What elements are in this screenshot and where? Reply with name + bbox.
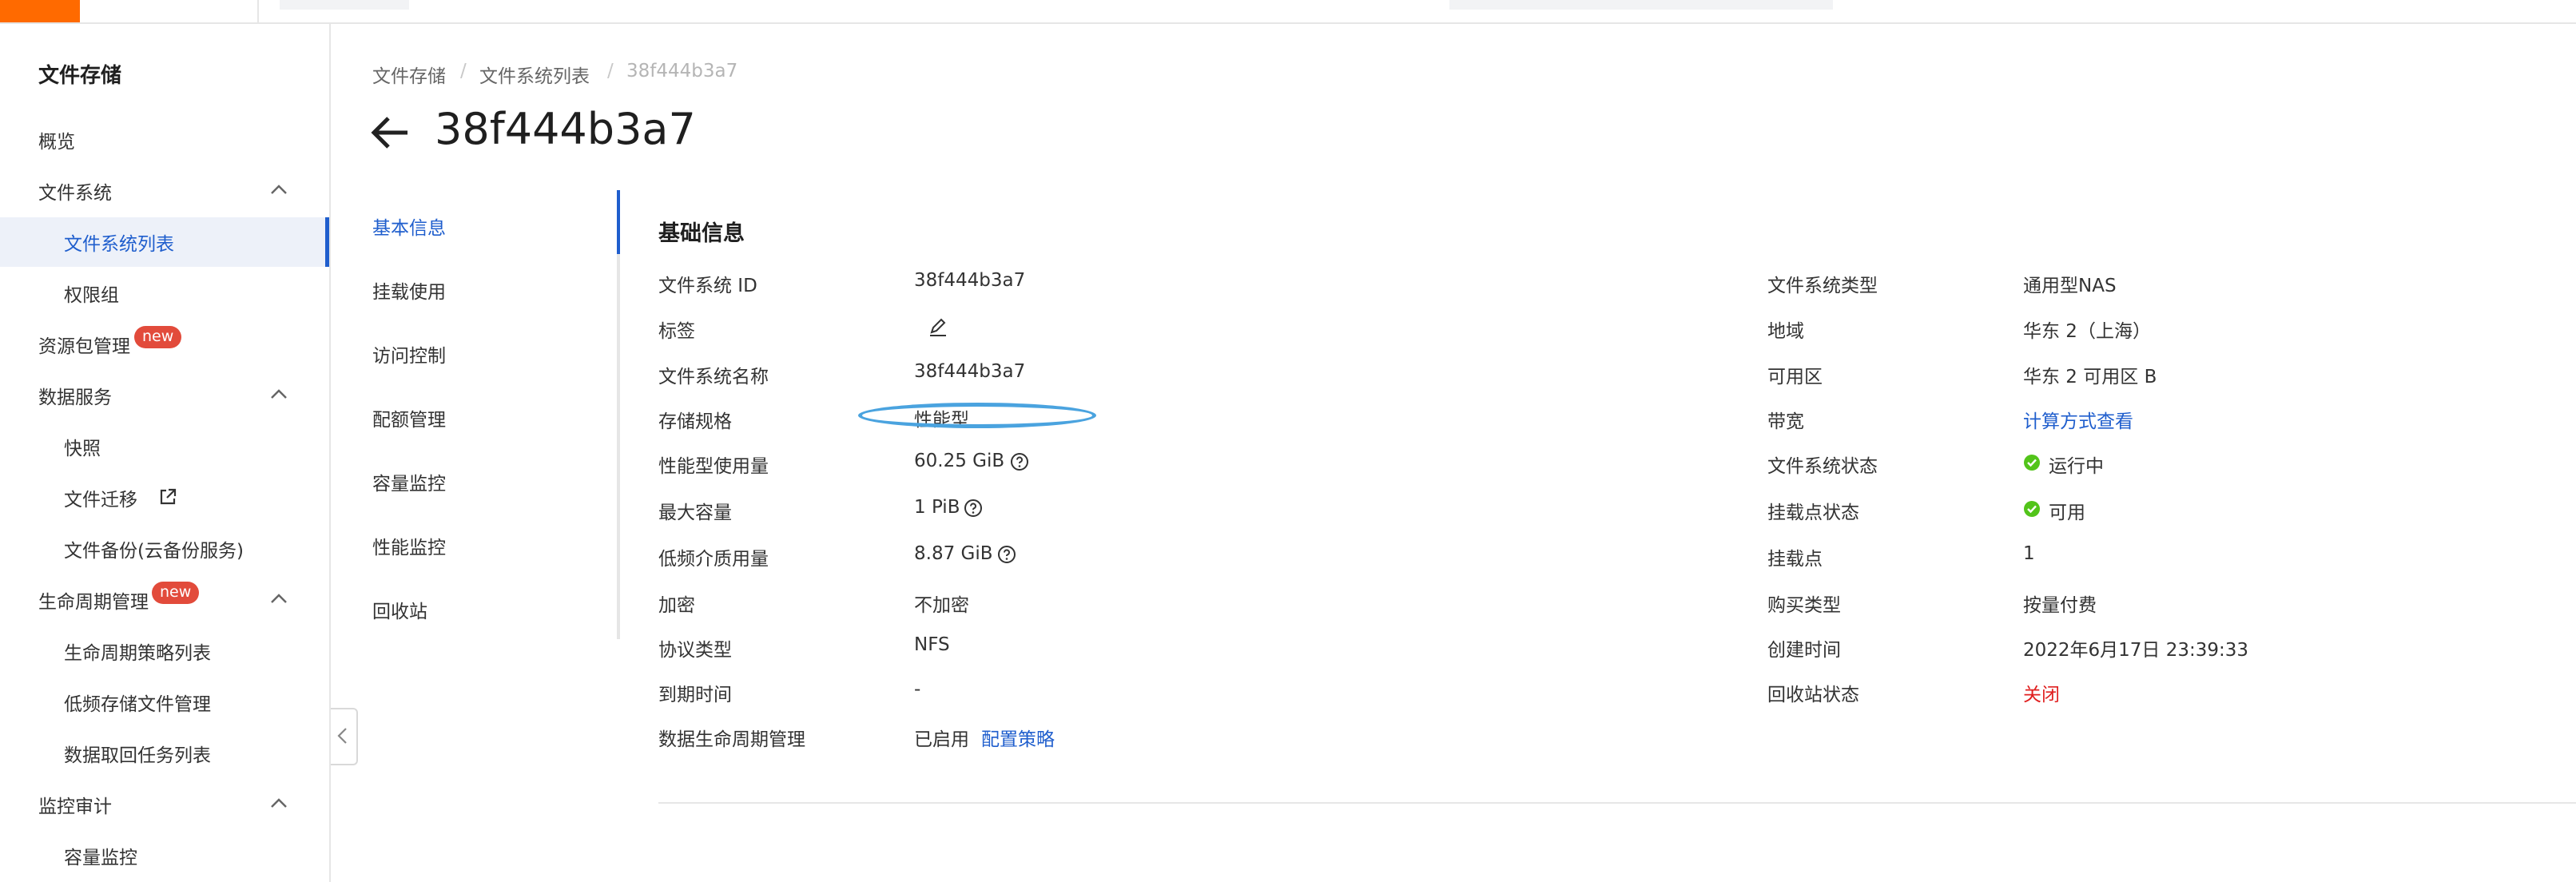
- breadcrumb-item-storage[interactable]: 文件存储: [372, 61, 446, 88]
- created-time-value: 2022年6月17日 23:39:33: [2023, 640, 2249, 661]
- brand-logo[interactable]: [0, 0, 80, 22]
- lifecycle-label: 数据生命周期管理: [658, 729, 805, 750]
- fs-id-label: 文件系统 ID: [658, 276, 757, 296]
- external-link-icon[interactable]: [158, 487, 177, 507]
- sidebar-item-monitor-audit[interactable]: 监控审计: [38, 791, 112, 818]
- edit-pencil-icon[interactable]: [927, 316, 949, 339]
- tag-label: 标签: [658, 321, 695, 342]
- top-bar: [0, 0, 2576, 24]
- tab-performance-monitor[interactable]: 性能监控: [372, 532, 446, 559]
- mount-status-label: 挂载点状态: [1767, 503, 1859, 523]
- sidebar-title: 文件存储: [38, 64, 122, 88]
- breadcrumb-item-fs-list[interactable]: 文件系统列表: [479, 61, 590, 88]
- fs-type-label: 文件系统类型: [1767, 276, 1878, 296]
- tab-recycle-bin[interactable]: 回收站: [372, 596, 427, 623]
- sidebar: 文件存储 概览 文件系统 文件系统列表 权限组 资源包管理 new 数据服务 快…: [0, 24, 331, 882]
- chevron-left-icon: [337, 728, 347, 744]
- configure-policy-link[interactable]: 配置策略: [981, 724, 1055, 751]
- max-capacity-value: 1 PiB: [914, 497, 960, 518]
- fs-type-value: 通用型NAS: [2023, 276, 2117, 296]
- purchase-type-value: 按量付费: [2023, 595, 2097, 616]
- tab-capacity-monitor[interactable]: 容量监控: [372, 468, 446, 495]
- top-search-bar[interactable]: [1449, 0, 1833, 10]
- chevron-up-icon[interactable]: [270, 184, 288, 195]
- zone-value: 华东 2 可用区 B: [2023, 367, 2157, 387]
- highlight-annotation: [858, 403, 1096, 428]
- zone-label: 可用区: [1767, 367, 1823, 387]
- expire-time-label: 到期时间: [658, 685, 732, 705]
- breadcrumb-current: 38f444b3a7: [626, 61, 738, 81]
- sidebar-item-permission-group[interactable]: 权限组: [64, 280, 119, 307]
- chevron-up-icon[interactable]: [270, 388, 288, 399]
- region-value: 华东 2（上海）: [2023, 321, 2151, 342]
- mount-point-value: 1: [2023, 543, 2035, 564]
- sidebar-item-overview[interactable]: 概览: [38, 126, 75, 153]
- check-circle-icon: [2024, 455, 2040, 471]
- bandwidth-label: 带宽: [1767, 411, 1804, 432]
- top-divider: [257, 0, 259, 22]
- encryption-value: 不加密: [914, 595, 969, 616]
- tabs-divider: [617, 190, 620, 639]
- sidebar-item-capacity-monitor[interactable]: 容量监控: [64, 842, 137, 869]
- sidebar-item-retrieve-tasks[interactable]: 数据取回任务列表: [64, 740, 211, 767]
- sidebar-active-indicator: [325, 217, 329, 267]
- fs-name-value: 38f444b3a7: [914, 361, 1026, 382]
- section-divider: [658, 802, 2576, 804]
- tab-mount-usage[interactable]: 挂载使用: [372, 276, 446, 304]
- fs-name-label: 文件系统名称: [658, 367, 769, 387]
- purchase-type-label: 购买类型: [1767, 595, 1841, 616]
- storage-spec-label: 存储规格: [658, 411, 732, 432]
- encryption-label: 加密: [658, 595, 695, 616]
- low-freq-usage-label: 低频介质用量: [658, 549, 769, 570]
- fs-status-value: 运行中: [2049, 456, 2104, 477]
- tab-basic-info[interactable]: 基本信息: [372, 213, 446, 240]
- new-badge: new: [152, 582, 200, 604]
- help-icon[interactable]: [1010, 452, 1029, 471]
- tab-quota-management[interactable]: 配额管理: [372, 404, 446, 431]
- sidebar-item-file-system-list[interactable]: 文件系统列表: [64, 228, 174, 256]
- fs-status-label: 文件系统状态: [1767, 456, 1878, 477]
- help-icon[interactable]: [997, 545, 1016, 564]
- recycle-status-label: 回收站状态: [1767, 685, 1859, 705]
- perf-usage-label: 性能型使用量: [658, 456, 769, 477]
- mount-point-label: 挂载点: [1767, 549, 1823, 570]
- tab-active-indicator: [617, 190, 620, 254]
- tab-access-control[interactable]: 访问控制: [372, 340, 446, 368]
- sidebar-item-low-frequency[interactable]: 低频存储文件管理: [64, 689, 211, 716]
- sidebar-item-lifecycle-policy-list[interactable]: 生命周期策略列表: [64, 638, 211, 665]
- section-title: 基础信息: [658, 221, 745, 246]
- low-freq-usage-value: 8.87 GiB: [914, 543, 993, 564]
- protocol-label: 协议类型: [658, 640, 732, 661]
- sidebar-collapse-button[interactable]: [331, 708, 358, 765]
- sidebar-item-file-migration[interactable]: 文件迁移: [64, 484, 137, 511]
- recycle-status-value: 关闭: [2023, 685, 2060, 705]
- back-arrow-icon[interactable]: [369, 112, 411, 153]
- fs-id-value: 38f444b3a7: [914, 270, 1026, 291]
- check-circle-icon: [2024, 501, 2040, 517]
- help-icon[interactable]: [964, 499, 983, 518]
- max-capacity-label: 最大容量: [658, 503, 732, 523]
- sidebar-item-resource-package[interactable]: 资源包管理: [38, 331, 130, 358]
- sidebar-item-snapshot[interactable]: 快照: [64, 433, 101, 460]
- sidebar-item-file-backup[interactable]: 文件备份(云备份服务): [64, 535, 244, 562]
- sidebar-item-data-service[interactable]: 数据服务: [38, 382, 112, 409]
- top-nav-tab[interactable]: [280, 0, 409, 10]
- breadcrumb-separator: /: [460, 61, 467, 81]
- page-title: 38f444b3a7: [435, 104, 696, 154]
- perf-usage-value: 60.25 GiB: [914, 451, 1005, 471]
- region-label: 地域: [1767, 321, 1804, 342]
- chevron-up-icon[interactable]: [270, 593, 288, 604]
- breadcrumb-separator: /: [607, 61, 614, 81]
- sidebar-item-file-system[interactable]: 文件系统: [38, 177, 112, 205]
- lifecycle-value: 已启用: [914, 729, 969, 750]
- sidebar-item-lifecycle[interactable]: 生命周期管理: [38, 586, 149, 614]
- expire-time-value: -: [914, 679, 921, 700]
- bandwidth-calc-link[interactable]: 计算方式查看: [2023, 406, 2133, 433]
- created-time-label: 创建时间: [1767, 640, 1841, 661]
- new-badge: new: [134, 326, 182, 348]
- mount-status-value: 可用: [2049, 503, 2085, 523]
- chevron-up-icon[interactable]: [270, 797, 288, 808]
- protocol-value: NFS: [914, 634, 950, 655]
